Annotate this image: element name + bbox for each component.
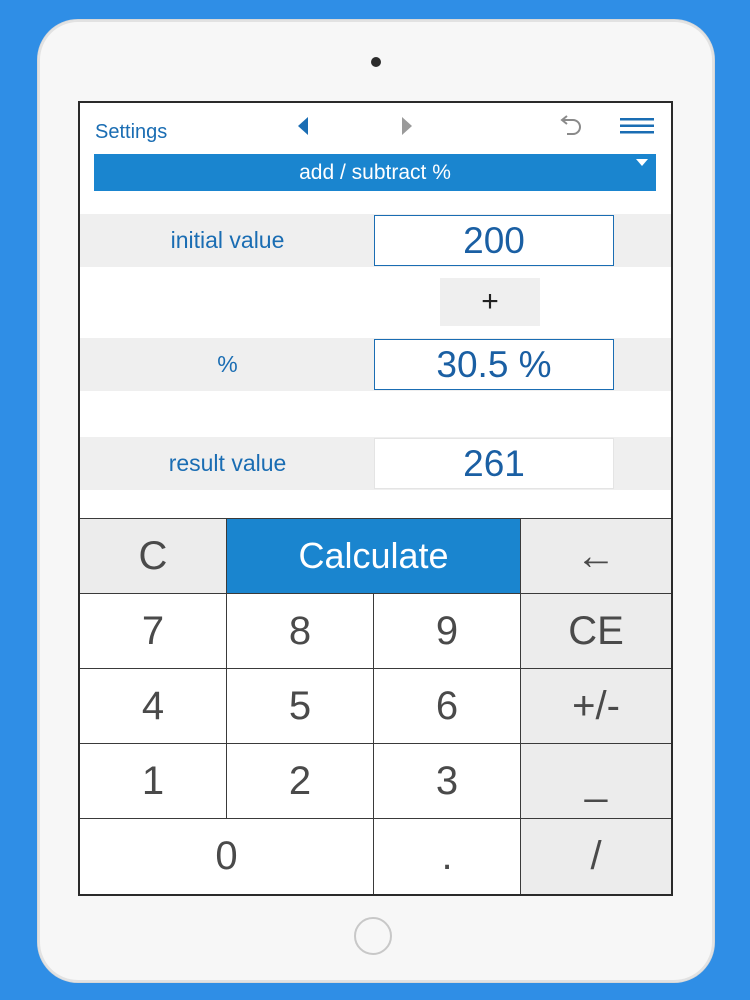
clear-entry-key[interactable]: CE (521, 594, 671, 668)
key-1[interactable]: 1 (80, 744, 226, 818)
home-button[interactable] (354, 917, 392, 955)
menu-icon[interactable] (620, 118, 654, 134)
initial-value-label: initial value (170, 227, 285, 253)
operator-button[interactable]: + (440, 278, 540, 326)
key-4[interactable]: 4 (80, 669, 226, 743)
backspace-key[interactable]: ← (521, 519, 671, 593)
nav-right-icon[interactable] (402, 117, 412, 135)
undo-icon[interactable] (558, 113, 584, 139)
percent-field[interactable]: 30.5 % (374, 339, 614, 390)
percent-label: % (217, 351, 238, 377)
mode-dropdown[interactable]: add / subtract % (94, 154, 656, 191)
top-bar: Settings (80, 103, 671, 155)
key-8[interactable]: 8 (227, 594, 373, 668)
key-6[interactable]: 6 (374, 669, 520, 743)
key-0[interactable]: 0 (80, 819, 373, 894)
slash-key[interactable]: / (521, 819, 671, 894)
keypad: C Calculate ← 7 8 9 CE 4 5 6 +/- 1 2 3 _… (80, 518, 671, 894)
nav-left-icon[interactable] (298, 117, 308, 135)
key-5[interactable]: 5 (227, 669, 373, 743)
clear-key[interactable]: C (80, 519, 226, 593)
initial-value-field[interactable]: 200 (374, 215, 614, 266)
camera-icon (371, 57, 381, 67)
tablet-frame: Settings add / subtract % initial value … (38, 20, 714, 982)
app-screen: Settings add / subtract % initial value … (78, 101, 673, 896)
percent-row: % 30.5 % (80, 338, 671, 391)
caret-down-icon (636, 159, 648, 166)
calculate-button[interactable]: Calculate (227, 519, 520, 593)
result-value-label: result value (168, 450, 287, 476)
settings-link[interactable]: Settings (95, 121, 167, 144)
sign-toggle-key[interactable]: +/- (521, 669, 671, 743)
key-9[interactable]: 9 (374, 594, 520, 668)
key-7[interactable]: 7 (80, 594, 226, 668)
decimal-key[interactable]: . (374, 819, 520, 894)
mode-dropdown-label: add / subtract % (299, 161, 451, 184)
key-2[interactable]: 2 (227, 744, 373, 818)
result-value-field: 261 (374, 438, 614, 489)
key-3[interactable]: 3 (374, 744, 520, 818)
underscore-key[interactable]: _ (521, 744, 671, 818)
result-row: result value 261 (80, 437, 671, 490)
initial-value-row: initial value 200 (80, 214, 671, 267)
